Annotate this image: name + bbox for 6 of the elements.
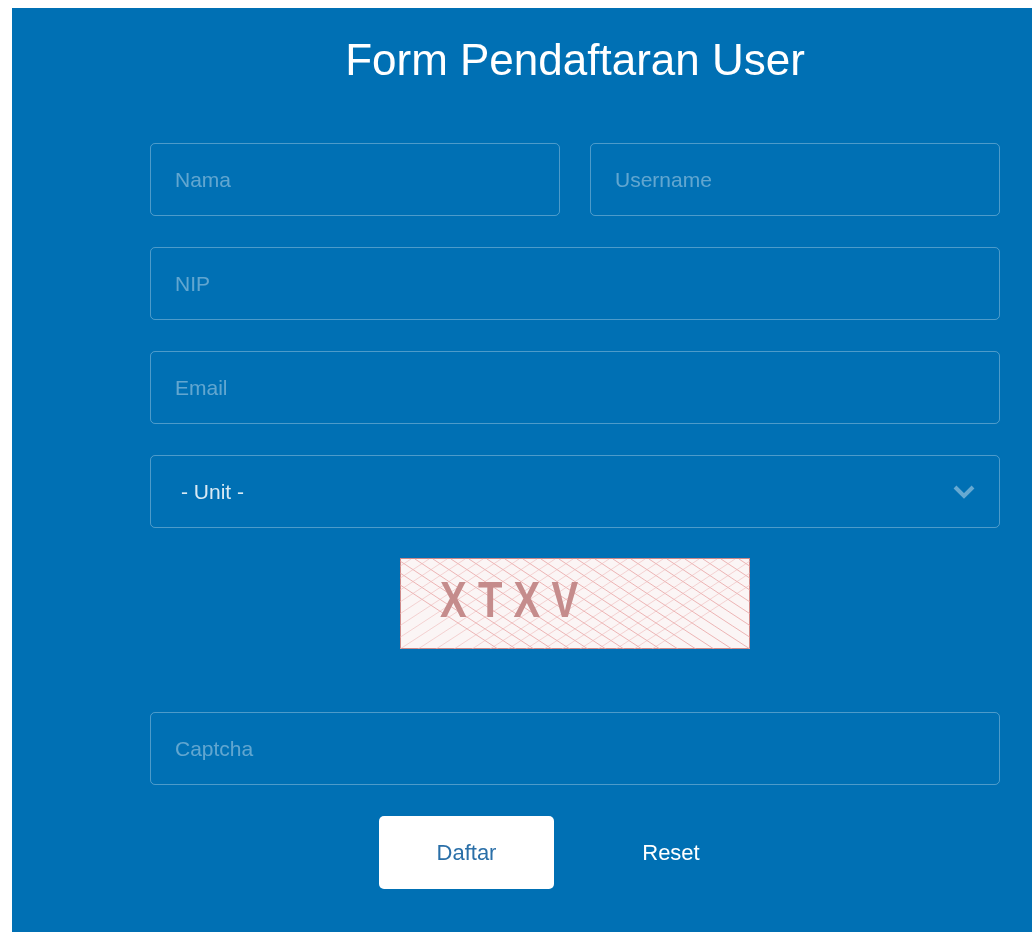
submit-button[interactable]: Daftar bbox=[379, 816, 554, 889]
captcha-text: XTXV bbox=[440, 571, 590, 630]
form-title: Form Pendaftaran User bbox=[344, 34, 806, 86]
chevron-down-icon bbox=[953, 484, 975, 499]
unit-select[interactable]: - Unit - bbox=[150, 455, 1000, 528]
reset-button[interactable]: Reset bbox=[586, 816, 756, 889]
